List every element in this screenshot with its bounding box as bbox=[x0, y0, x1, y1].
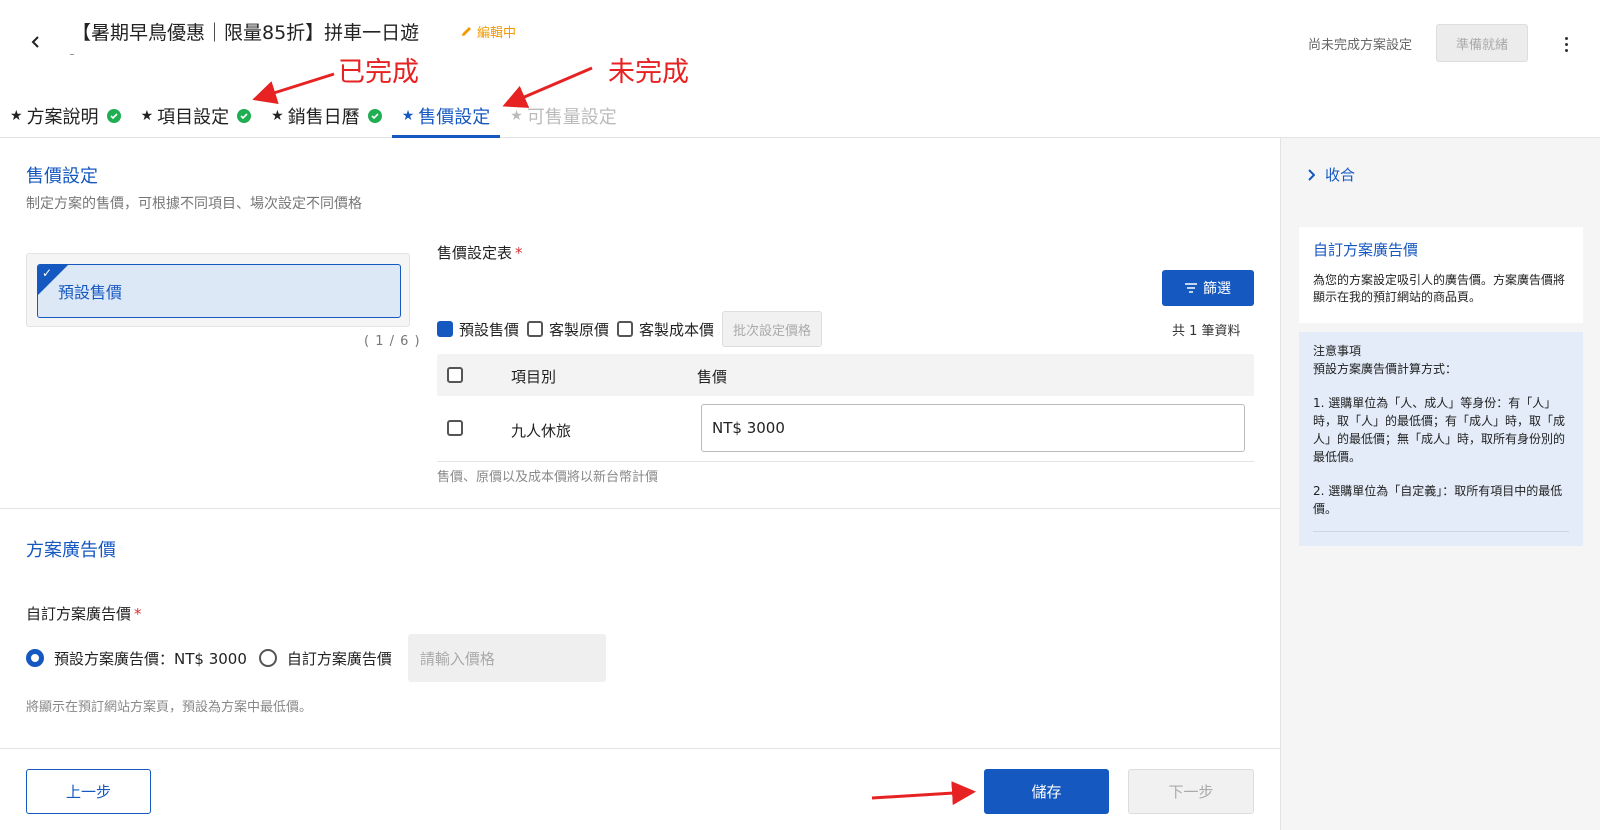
advert-section-title: 方案廣告價 bbox=[26, 540, 116, 561]
option-default-price[interactable]: 預設售價 bbox=[437, 319, 519, 340]
tab-sales-calendar[interactable]: ★ 銷售日曆 bbox=[261, 96, 392, 136]
row-checkbox[interactable] bbox=[447, 420, 463, 436]
tab-label: 售價設定 bbox=[418, 107, 491, 128]
filter-icon bbox=[1185, 283, 1197, 293]
option-custom-cost-price[interactable]: 客製成本價 bbox=[617, 319, 714, 340]
tab-label: 銷售日曆 bbox=[287, 107, 360, 128]
select-all-checkbox[interactable] bbox=[447, 367, 463, 383]
record-count: 共 1 筆資料 bbox=[1172, 324, 1241, 339]
tab-label: 方案說明 bbox=[26, 107, 99, 128]
advert-note: 將顯示在預訂網站方案頁，預設為方案中最低價。 bbox=[26, 700, 313, 715]
star-icon: ★ bbox=[10, 108, 23, 124]
pricing-section-title: 售價設定 bbox=[26, 166, 98, 187]
row-item-name: 九人休旅 bbox=[511, 422, 572, 440]
help-card: 自訂方案廣告價 為您的方案設定吸引人的廣告價。方案廣告價將顯示在我的預訂網站的商… bbox=[1299, 227, 1583, 323]
batch-set-price-button[interactable]: 批次設定價格 bbox=[722, 311, 823, 347]
filter-button-label: 篩選 bbox=[1203, 281, 1231, 297]
footer-divider bbox=[0, 748, 1280, 749]
save-button[interactable]: 儲存 bbox=[984, 769, 1109, 814]
price-table-label: 售價設定表 * bbox=[437, 242, 523, 263]
currency-note: 售價、原價以及成本價將以新台幣計價 bbox=[437, 470, 659, 485]
plan-item-default-price[interactable]: ✓ 預設售價 bbox=[37, 264, 401, 318]
tab-plan-description[interactable]: ★ 方案說明 bbox=[0, 96, 131, 136]
price-table-label-text: 售價設定表 bbox=[437, 244, 513, 262]
star-icon: ★ bbox=[510, 108, 523, 124]
required-mark: * bbox=[515, 244, 523, 262]
star-icon: ★ bbox=[271, 108, 284, 124]
advert-price-label-text: 自訂方案廣告價 bbox=[26, 605, 132, 623]
chevron-right-icon bbox=[1308, 168, 1315, 181]
pricing-section-description: 制定方案的售價，可根據不同項目、場次設定不同價格 bbox=[26, 196, 362, 212]
tab-inventory[interactable]: ★ 可售量設定 bbox=[500, 96, 627, 136]
column-header-price: 售價 bbox=[697, 368, 728, 386]
notes-title: 注意事項 bbox=[1313, 344, 1362, 358]
next-button[interactable]: 下一步 bbox=[1128, 769, 1254, 814]
notes-card: 注意事項 預設方案廣告價計算方式： 1. 選購單位為「人、成人」等身份：有「人」… bbox=[1299, 332, 1583, 546]
notes-rule-2: 2. 選購單位為「自定義」：取所有項目中的最低價。 bbox=[1313, 484, 1563, 516]
collapse-label: 收合 bbox=[1325, 166, 1356, 184]
section-divider bbox=[0, 508, 1280, 509]
check-icon bbox=[106, 109, 121, 123]
plan-count: ( 1 / 6 ) bbox=[364, 334, 421, 349]
required-mark: * bbox=[134, 605, 142, 623]
price-type-options: 預設售價 客製原價 客製成本價 批次設定價格 bbox=[437, 311, 823, 347]
option-label: 客製成本價 bbox=[639, 320, 715, 339]
table-header: 項目別 售價 bbox=[437, 354, 1254, 396]
price-input[interactable]: NT$ 3000 bbox=[701, 404, 1245, 452]
header: 【暑期早鳥優惠｜限量85折】拼車一日遊 編輯中 尚未完成方案設定 準備就緒 已完… bbox=[0, 0, 1600, 138]
column-header-item: 項目別 bbox=[511, 368, 557, 386]
tab-label: 項目設定 bbox=[157, 107, 230, 128]
tab-item-settings[interactable]: ★ 項目設定 bbox=[131, 96, 262, 136]
help-card-text: 為您的方案設定吸引人的廣告價。方案廣告價將顯示在我的預訂網站的商品頁。 bbox=[1313, 273, 1566, 304]
option-label: 客製原價 bbox=[549, 320, 610, 339]
checkbox[interactable] bbox=[527, 321, 544, 337]
step-tabs: ★ 方案說明 ★ 項目設定 ★ 銷售日曆 ★ 售價設定 ★ 可售量設定 bbox=[0, 96, 627, 138]
checkbox-checked[interactable] bbox=[437, 321, 453, 337]
custom-advert-price-input[interactable]: 請輸入價格 bbox=[407, 634, 606, 682]
help-card-title: 自訂方案廣告價 bbox=[1313, 241, 1419, 259]
collapse-button[interactable]: 收合 bbox=[1307, 164, 1355, 185]
tab-label: 可售量設定 bbox=[526, 107, 617, 128]
notes-rule-1: 1. 選購單位為「人、成人」等身份：有「人」時，取「人」的最低價；有「成人」時，… bbox=[1313, 396, 1566, 464]
check-icon bbox=[367, 109, 382, 123]
radio-default-advert-price[interactable] bbox=[26, 649, 44, 667]
notes-subtitle: 預設方案廣告價計算方式： bbox=[1313, 362, 1458, 376]
advert-price-options: 預設方案廣告價：NT$ 3000 自訂方案廣告價 請輸入價格 bbox=[26, 634, 606, 682]
radio-custom-label: 自訂方案廣告價 bbox=[286, 649, 392, 668]
advert-price-label: 自訂方案廣告價 * bbox=[26, 603, 142, 624]
option-label: 預設售價 bbox=[459, 320, 520, 339]
annotation-arrow-save bbox=[871, 781, 976, 806]
arrow-to-done bbox=[252, 72, 335, 105]
filter-button[interactable]: 篩選 bbox=[1162, 270, 1254, 306]
table-row: 九人休旅 NT$ 3000 bbox=[437, 396, 1254, 462]
radio-default-label: 預設方案廣告價：NT$ 3000 bbox=[54, 649, 247, 668]
check-icon: ✓ bbox=[42, 266, 53, 280]
main-content: 售價設定 制定方案的售價，可根據不同項目、場次設定不同價格 ✓ 預設售價 ( 1… bbox=[0, 138, 1280, 830]
prev-button[interactable]: 上一步 bbox=[26, 769, 151, 814]
checkbox[interactable] bbox=[617, 321, 634, 337]
help-panel: 收合 自訂方案廣告價 為您的方案設定吸引人的廣告價。方案廣告價將顯示在我的預訂網… bbox=[1280, 138, 1600, 830]
star-icon: ★ bbox=[140, 108, 154, 124]
option-custom-original-price[interactable]: 客製原價 bbox=[527, 319, 609, 340]
check-icon bbox=[237, 109, 252, 123]
notes-divider bbox=[1313, 531, 1569, 532]
plan-list: ✓ 預設售價 bbox=[26, 253, 410, 327]
tab-pricing[interactable]: ★ 售價設定 bbox=[391, 96, 501, 138]
star-icon: ★ bbox=[401, 108, 415, 124]
radio-custom-advert-price[interactable] bbox=[258, 649, 277, 667]
